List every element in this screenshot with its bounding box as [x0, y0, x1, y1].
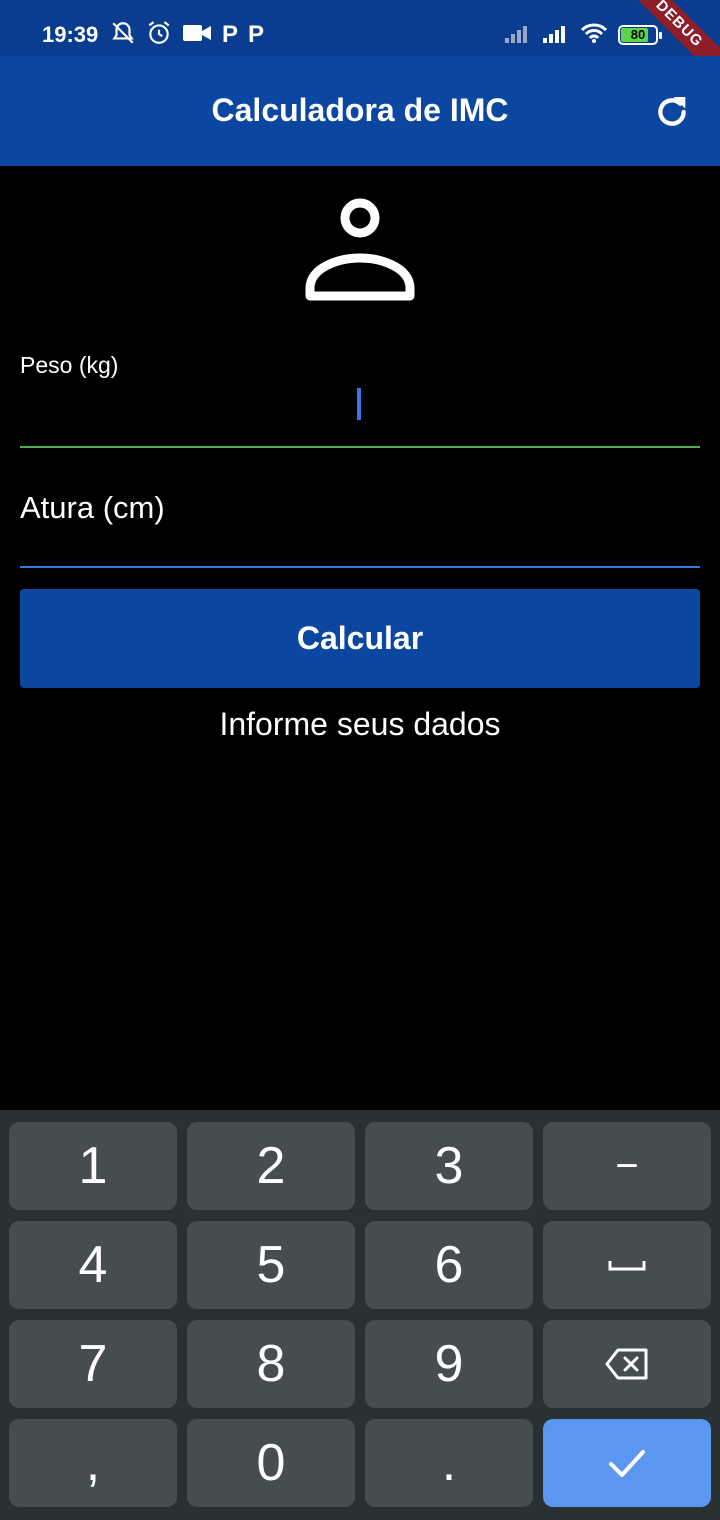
key-7[interactable]: 7 — [9, 1320, 177, 1408]
key-1[interactable]: 1 — [9, 1122, 177, 1210]
backspace-icon — [605, 1348, 648, 1380]
battery-level: 80 — [630, 27, 646, 42]
height-field-label: Atura (cm) — [20, 490, 165, 525]
app-title: Calculadora de IMC — [211, 92, 509, 128]
battery-icon: 80 — [618, 25, 662, 45]
key-backspace[interactable] — [543, 1320, 711, 1408]
status-icons-left: P P — [110, 20, 264, 50]
status-bar: 19:39 P P 80 — [0, 0, 720, 56]
height-field[interactable]: Atura (cm) — [20, 490, 700, 570]
key-4[interactable]: 4 — [9, 1221, 177, 1309]
status-time: 19:39 — [42, 22, 99, 47]
signal-weak-icon — [504, 22, 532, 49]
app-bar: Calculadora de IMC — [0, 56, 720, 166]
calculate-button[interactable]: Calcular — [20, 589, 700, 688]
video-icon — [182, 22, 212, 49]
refresh-icon — [658, 97, 686, 126]
key-0[interactable]: 0 — [187, 1419, 355, 1507]
key-3[interactable]: 3 — [365, 1122, 533, 1210]
person-outline-icon — [304, 192, 416, 304]
check-icon — [609, 1450, 645, 1477]
space-icon — [608, 1261, 646, 1271]
info-text: Informe seus dados — [219, 706, 501, 742]
key-period[interactable]: . — [365, 1419, 533, 1507]
mute-icon — [110, 20, 136, 51]
refresh-button[interactable] — [652, 92, 692, 132]
key-confirm[interactable] — [543, 1419, 711, 1507]
parking-icon: P — [222, 21, 239, 48]
status-icons-right: 80 — [504, 20, 662, 50]
weight-field-underline — [20, 446, 700, 448]
key-5[interactable]: 5 — [187, 1221, 355, 1309]
key-comma[interactable]: , — [9, 1419, 177, 1507]
weight-field[interactable]: Peso (kg) — [20, 352, 700, 450]
wifi-icon — [580, 22, 608, 49]
height-field-underline — [20, 566, 700, 568]
text-cursor — [357, 388, 361, 420]
alarm-icon — [146, 20, 172, 51]
key-6[interactable]: 6 — [365, 1221, 533, 1309]
key-8[interactable]: 8 — [187, 1320, 355, 1408]
key-minus[interactable]: − — [543, 1122, 711, 1210]
key-9[interactable]: 9 — [365, 1320, 533, 1408]
weight-field-label: Peso (kg) — [20, 352, 119, 378]
key-2[interactable]: 2 — [187, 1122, 355, 1210]
parking-icon: P — [248, 21, 265, 48]
key-space[interactable] — [543, 1221, 711, 1309]
signal-icon — [542, 22, 570, 49]
numeric-keyboard: 1 2 3 − 4 5 6 7 8 9 , 0 . — [0, 1110, 720, 1520]
